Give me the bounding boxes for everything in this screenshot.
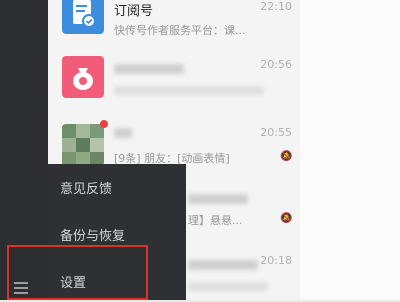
chat-time: 20:18 (260, 254, 292, 267)
chat-time: 20:56 (260, 58, 292, 71)
chat-preview: 理】悬悬... (188, 214, 243, 227)
blurred-preview (114, 86, 264, 95)
chat-panel (300, 0, 400, 300)
subscription-avatar (62, 0, 104, 34)
mute-icon: 🔕 (280, 213, 293, 224)
wallet-avatar (62, 56, 104, 98)
chat-time: 20:55 (260, 126, 292, 139)
chat-preview: 快传号作者服务平台：课... (114, 24, 246, 37)
blurred-preview (188, 282, 268, 291)
group-avatar (62, 124, 104, 166)
blurred-name (188, 194, 248, 204)
highlight-box (7, 245, 148, 300)
chat-item-subscription[interactable]: 订阅号 快传号作者服务平台：课... 22:10 (48, 0, 300, 46)
chat-item[interactable]: 20:56 (48, 50, 300, 110)
photo-grid-icon (62, 124, 104, 166)
unread-badge (100, 120, 108, 128)
chat-time: 22:10 (260, 0, 292, 13)
blurred-name (114, 128, 132, 138)
mute-icon: 🔕 (280, 151, 293, 162)
feedback-menu-item[interactable]: 意见反馈 (48, 172, 186, 208)
blurred-name (114, 64, 184, 74)
blurred-name (188, 260, 258, 270)
money-bag-icon (73, 68, 93, 90)
document-icon (73, 0, 96, 28)
chat-name: 订阅号 (114, 4, 154, 19)
